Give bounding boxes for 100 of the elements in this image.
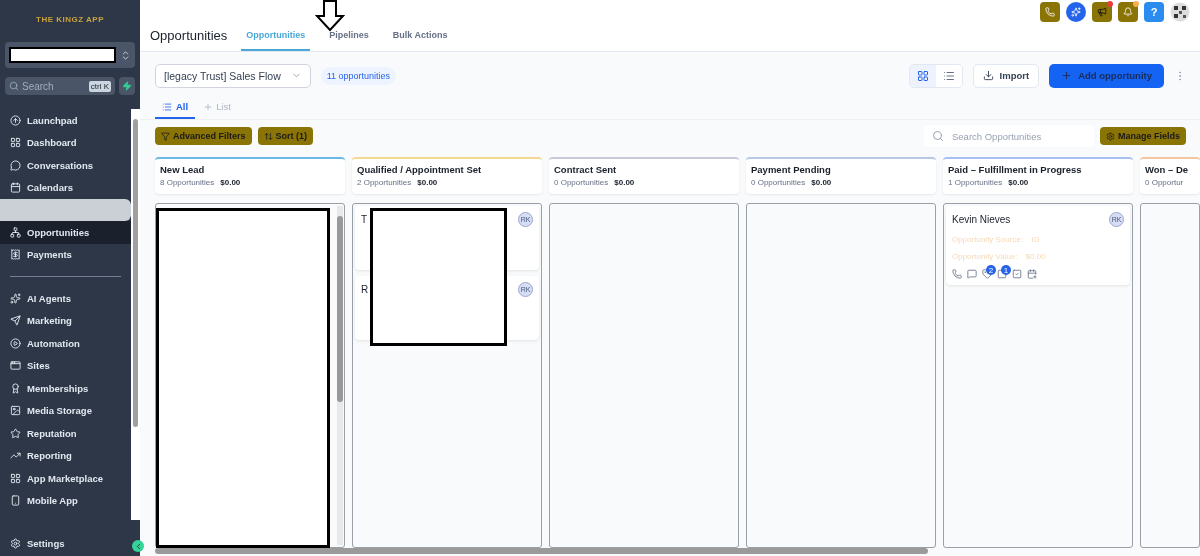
plus-icon bbox=[1061, 70, 1073, 81]
message-icon[interactable] bbox=[967, 269, 977, 279]
sidebar-item[interactable]: Reporting bbox=[0, 444, 131, 467]
sidebar-item[interactable]: Reputation bbox=[0, 422, 131, 445]
bolt-icon bbox=[122, 81, 132, 91]
logo: THE KINGZ APP bbox=[35, 13, 105, 26]
sidebar-item[interactable]: Calendars bbox=[0, 176, 131, 199]
phone-button[interactable] bbox=[1040, 2, 1060, 22]
phone-icon bbox=[1045, 7, 1055, 17]
receipt-icon bbox=[10, 249, 21, 261]
phone-icon[interactable] bbox=[952, 269, 962, 279]
sidebar-item[interactable]: Marketing bbox=[0, 309, 131, 332]
nav-tab[interactable]: Bulk Actions bbox=[387, 30, 453, 51]
list-icon bbox=[162, 101, 172, 112]
download-icon bbox=[982, 70, 994, 81]
launchpad-icon bbox=[10, 114, 21, 126]
chat-icon bbox=[10, 159, 21, 171]
opportunity-count: 11 opportunities bbox=[320, 66, 397, 85]
grid-icon bbox=[916, 69, 929, 82]
stage-name: New Lead bbox=[160, 164, 206, 175]
sidebar-item[interactable]: Dashboard bbox=[0, 131, 131, 154]
star-icon bbox=[10, 427, 21, 439]
advanced-filters-button[interactable]: Advanced Filters bbox=[155, 127, 252, 145]
sidebar-item[interactable]: Conversations bbox=[0, 154, 131, 177]
sparkles-icon bbox=[1071, 7, 1081, 17]
avatar-icon[interactable] bbox=[1170, 2, 1190, 22]
shortcut-key: ctrl K bbox=[88, 80, 111, 92]
search-icon bbox=[932, 130, 944, 142]
field-value: IG bbox=[1031, 235, 1040, 244]
task-icon[interactable] bbox=[1012, 269, 1022, 279]
stage-count: 0 Opportunities bbox=[554, 178, 609, 187]
stage-name: Paid – Fulfillment in Progress bbox=[948, 164, 1083, 175]
stage-count: 1 Opportunities bbox=[948, 178, 1003, 187]
sidebar-item[interactable]: App Marketplace bbox=[0, 467, 131, 490]
card-title: Kevin Nieves bbox=[952, 214, 1011, 225]
sidebar-item[interactable]: Opportunities bbox=[0, 221, 131, 244]
sidebar-item[interactable]: Sites bbox=[0, 354, 131, 377]
sidebar-item[interactable]: Payments bbox=[0, 243, 131, 266]
updown-icon bbox=[120, 49, 131, 61]
sort-icon bbox=[263, 131, 273, 141]
stage-count: 0 Opportunities bbox=[751, 178, 806, 187]
calendar-icon[interactable] bbox=[1027, 269, 1037, 279]
stage-name: Qualified / Appointment Set bbox=[357, 164, 483, 175]
bell-icon bbox=[1123, 7, 1133, 17]
sidebar-item[interactable]: Memberships bbox=[0, 377, 131, 400]
megaphone-button[interactable] bbox=[1092, 2, 1112, 22]
search-icon bbox=[9, 81, 19, 91]
stage-count: 8 Opportunities bbox=[160, 178, 215, 187]
settings-icon bbox=[1106, 131, 1115, 141]
field-value: $0.00 bbox=[1025, 252, 1046, 261]
phone-icon bbox=[10, 495, 21, 507]
stage-count: 0 Opportur bbox=[1145, 178, 1184, 187]
count-badge: 1 bbox=[1001, 265, 1011, 275]
sparkle-button[interactable] bbox=[1066, 2, 1086, 22]
manage-fields-button[interactable]: Manage Fields bbox=[1100, 127, 1186, 145]
nav-tab[interactable]: Pipelines bbox=[324, 30, 374, 51]
field-label: Opportunity Value: bbox=[952, 252, 1018, 261]
stage-value: $0.00 bbox=[417, 178, 438, 187]
card-title: T bbox=[361, 214, 368, 225]
network-icon bbox=[10, 226, 21, 238]
list-tab[interactable]: All bbox=[155, 101, 196, 119]
megaphone-icon bbox=[1097, 7, 1107, 17]
settings-icon bbox=[10, 537, 21, 549]
sidebar-item[interactable]: Automation bbox=[0, 332, 131, 355]
stage-name: Payment Pending bbox=[751, 164, 832, 175]
bolt-button[interactable] bbox=[119, 77, 135, 95]
grid-view-button[interactable] bbox=[909, 64, 936, 87]
filter-icon bbox=[161, 131, 170, 141]
play-icon bbox=[10, 337, 21, 349]
import-button[interactable]: Import bbox=[972, 63, 1040, 88]
tag-icon[interactable] bbox=[982, 269, 992, 279]
stage-value: $0.00 bbox=[811, 178, 832, 187]
list-icon bbox=[942, 69, 955, 82]
count-badge: 2 bbox=[986, 265, 996, 275]
pipeline-select[interactable]: [legacy Trust] Sales Flow bbox=[155, 63, 311, 88]
sidebar-item[interactable]: Launchpad bbox=[0, 109, 131, 132]
page-title: Opportunities bbox=[150, 28, 228, 45]
stage-value: $0.00 bbox=[1008, 178, 1029, 187]
stage-value: $0.00 bbox=[220, 178, 241, 187]
sidebar-item[interactable]: Media Storage bbox=[0, 399, 131, 422]
sidebar-item[interactable]: AI Agents bbox=[0, 287, 131, 310]
sidebar-item[interactable]: Mobile App bbox=[0, 489, 131, 512]
account-switcher[interactable] bbox=[5, 42, 135, 68]
field-label: Opportunity Source: bbox=[952, 235, 1024, 244]
calendar-icon bbox=[10, 182, 21, 194]
sparkles-icon bbox=[10, 292, 21, 304]
bell-button[interactable] bbox=[1118, 2, 1138, 22]
sort-button[interactable]: Sort (1) bbox=[257, 127, 314, 145]
search-field[interactable]: Search ctrl K bbox=[5, 77, 115, 95]
grid-icon bbox=[10, 472, 21, 484]
plus-icon bbox=[203, 101, 214, 112]
award-icon bbox=[10, 382, 21, 394]
card-title: R bbox=[361, 284, 369, 295]
image-icon bbox=[10, 405, 21, 417]
list-view-button[interactable] bbox=[935, 64, 962, 87]
stage-count: 2 Opportunities bbox=[357, 178, 412, 187]
collapse-button[interactable] bbox=[132, 540, 144, 552]
send-icon bbox=[10, 315, 21, 327]
settings-item[interactable]: Settings bbox=[0, 530, 110, 556]
dashboard-icon bbox=[10, 137, 21, 149]
